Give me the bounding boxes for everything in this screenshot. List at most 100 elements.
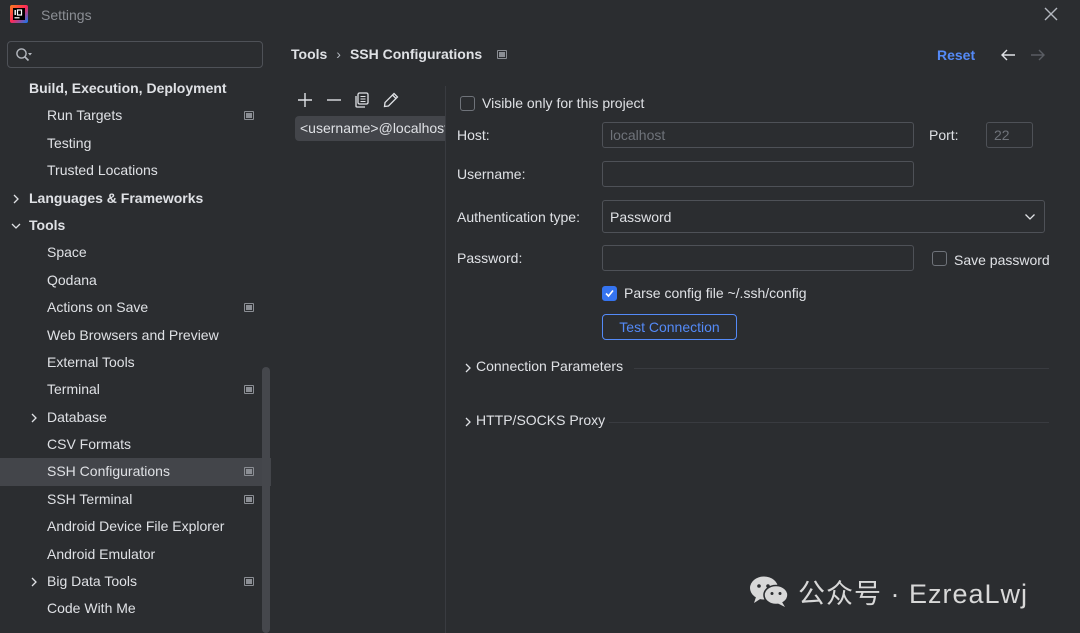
settings-sidebar: Build, Execution, Deployment Run Targets T… bbox=[0, 30, 271, 633]
ssh-config-entry-label: <username>@localhost bbox=[300, 120, 446, 136]
edit-icon[interactable] bbox=[382, 91, 400, 109]
sidebar-item-label: Trusted Locations bbox=[47, 162, 158, 179]
search-icon bbox=[16, 48, 32, 62]
chevron-right-icon[interactable] bbox=[29, 577, 39, 587]
reset-button[interactable]: Reset bbox=[937, 47, 975, 63]
sidebar-item-label: Space bbox=[47, 244, 87, 261]
sidebar-item-label: Build, Execution, Deployment bbox=[29, 80, 227, 96]
username-input[interactable] bbox=[603, 162, 913, 186]
chevron-right-icon[interactable] bbox=[11, 194, 21, 204]
close-icon[interactable] bbox=[1043, 6, 1059, 22]
arrow-left-icon[interactable] bbox=[999, 47, 1017, 63]
port-field[interactable] bbox=[986, 122, 1033, 148]
chevron-right-icon bbox=[465, 363, 471, 373]
test-connection-button[interactable]: Test Connection bbox=[602, 314, 737, 340]
parse-config-checkbox[interactable] bbox=[602, 286, 617, 301]
sidebar-item-tools[interactable]: Tools bbox=[0, 212, 262, 239]
search-input[interactable] bbox=[38, 44, 258, 65]
checkmark-icon bbox=[605, 289, 614, 298]
add-icon[interactable] bbox=[296, 91, 314, 109]
sidebar-item-trusted-locations[interactable]: Trusted Locations bbox=[0, 157, 262, 184]
window-title: Settings bbox=[41, 7, 92, 23]
port-label: Port: bbox=[929, 127, 959, 143]
sidebar-item-label: Database bbox=[47, 408, 107, 425]
sidebar-item-label: Run Targets bbox=[47, 107, 123, 124]
breadcrumb: Tools › SSH Configurations bbox=[291, 46, 482, 62]
auth-type-select[interactable]: Password bbox=[602, 200, 1045, 233]
connection-parameters-section[interactable]: Connection Parameters bbox=[461, 358, 1049, 378]
password-field[interactable] bbox=[602, 245, 914, 271]
sidebar-item-label: Android Device File Explorer bbox=[47, 518, 225, 535]
main-panel: Tools › SSH Configurations Reset <username… bbox=[271, 30, 1080, 633]
breadcrumb-parent[interactable]: Tools bbox=[291, 46, 327, 62]
chevron-down-icon bbox=[1025, 214, 1035, 220]
sidebar-item-ssh-configurations[interactable]: SSH Configurations bbox=[0, 458, 271, 486]
project-scope-icon bbox=[244, 385, 254, 395]
ssh-config-list-panel: <username>@localhost bbox=[291, 86, 446, 633]
auth-type-label: Authentication type: bbox=[457, 209, 580, 225]
project-scope-icon bbox=[244, 467, 254, 477]
panel-divider[interactable] bbox=[445, 86, 446, 633]
sidebar-item-csv-formats[interactable]: CSV Formats bbox=[0, 431, 262, 458]
sidebar-item-terminal[interactable]: Terminal bbox=[0, 376, 262, 403]
sidebar-item-build-execution-deployment[interactable]: Build, Execution, Deployment bbox=[0, 75, 262, 102]
sidebar-item-ssh-terminal[interactable]: SSH Terminal bbox=[0, 486, 262, 513]
auth-type-value: Password bbox=[610, 209, 672, 225]
sidebar-item-label: Languages & Frameworks bbox=[29, 189, 204, 206]
host-field[interactable] bbox=[602, 122, 914, 148]
proxy-label: HTTP/SOCKS Proxy bbox=[476, 412, 606, 428]
username-label: Username: bbox=[457, 166, 526, 182]
sidebar-item-android-emulator[interactable]: Android Emulator bbox=[0, 541, 262, 568]
chevron-right-icon[interactable] bbox=[29, 413, 39, 423]
sidebar-scrollbar[interactable] bbox=[262, 367, 270, 633]
save-password-label: Save password bbox=[954, 252, 1050, 268]
project-scope-icon bbox=[244, 111, 254, 121]
sidebar-item-label: Code With Me bbox=[47, 600, 136, 617]
port-input[interactable] bbox=[987, 123, 1032, 147]
sidebar-item-external-tools[interactable]: External Tools bbox=[0, 349, 262, 376]
password-input[interactable] bbox=[603, 246, 913, 270]
password-label: Password: bbox=[457, 250, 523, 266]
intellij-logo-icon bbox=[10, 5, 28, 23]
sidebar-item-label: Web Browsers and Preview bbox=[47, 326, 219, 343]
sidebar-item-testing[interactable]: Testing bbox=[0, 130, 262, 157]
parse-config-label: Parse config file ~/.ssh/config bbox=[624, 285, 807, 301]
watermark-text: 公众号 · EzreaLwj bbox=[798, 579, 1029, 609]
sidebar-item-qodana[interactable]: Qodana bbox=[0, 267, 262, 294]
chevron-down-icon[interactable] bbox=[11, 221, 21, 231]
sidebar-item-label: Qodana bbox=[47, 271, 97, 288]
connection-parameters-label: Connection Parameters bbox=[476, 358, 624, 374]
breadcrumb-current: SSH Configurations bbox=[349, 46, 483, 62]
host-label: Host: bbox=[457, 127, 490, 143]
visible-only-label: Visible only for this project bbox=[482, 95, 645, 111]
sidebar-item-label: CSV Formats bbox=[47, 436, 132, 453]
sidebar-item-languages-frameworks[interactable]: Languages & Frameworks bbox=[0, 185, 262, 212]
project-scope-icon bbox=[244, 577, 254, 587]
visible-only-checkbox[interactable] bbox=[460, 96, 475, 111]
sidebar-item-android-device-file-explorer[interactable]: Android Device File Explorer bbox=[0, 513, 262, 540]
section-separator bbox=[609, 422, 1049, 423]
sidebar-item-space[interactable]: Space bbox=[0, 239, 262, 266]
remove-icon[interactable] bbox=[325, 91, 343, 109]
arrow-right-icon[interactable] bbox=[1029, 47, 1047, 63]
host-input[interactable] bbox=[603, 123, 913, 147]
sidebar-item-label: Terminal bbox=[47, 381, 100, 398]
copy-icon[interactable] bbox=[353, 91, 371, 109]
sidebar-item-code-with-me[interactable]: Code With Me bbox=[0, 595, 262, 622]
search-field[interactable] bbox=[7, 41, 263, 68]
project-scope-icon bbox=[244, 494, 254, 504]
sidebar-item-actions-on-save[interactable]: Actions on Save bbox=[0, 294, 262, 321]
sidebar-item-run-targets[interactable]: Run Targets bbox=[0, 102, 262, 129]
proxy-section[interactable]: HTTP/SOCKS Proxy bbox=[461, 412, 1049, 432]
sidebar-item-web-browsers-and-preview[interactable]: Web Browsers and Preview bbox=[0, 322, 262, 349]
sidebar-item-big-data-tools[interactable]: Big Data Tools bbox=[0, 568, 262, 595]
sidebar-item-label: Testing bbox=[47, 134, 92, 151]
ssh-config-entry[interactable]: <username>@localhost bbox=[295, 116, 446, 141]
username-field[interactable] bbox=[602, 161, 914, 187]
sidebar-item-label: SSH Terminal bbox=[47, 490, 133, 507]
wechat-icon bbox=[750, 576, 789, 607]
chevron-right-icon bbox=[465, 417, 471, 427]
sidebar-item-label: SSH Configurations bbox=[47, 463, 170, 480]
sidebar-item-database[interactable]: Database bbox=[0, 404, 262, 431]
save-password-checkbox[interactable] bbox=[932, 251, 947, 266]
